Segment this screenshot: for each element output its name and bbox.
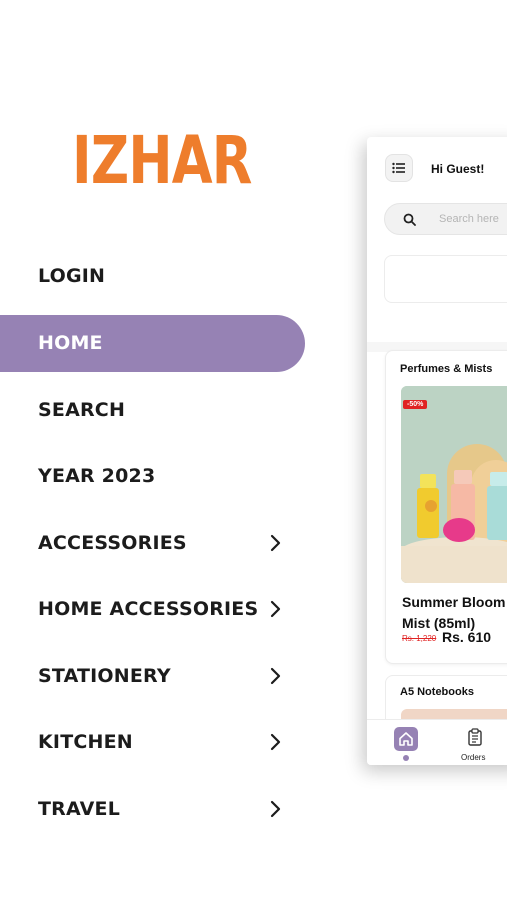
tab-orders-label[interactable]: Orders — [461, 753, 485, 762]
menu-item-label: STATIONERY — [38, 664, 171, 687]
product-price: Rs. 610 — [442, 629, 492, 645]
tab-home[interactable] — [394, 727, 418, 751]
chevron-right-icon[interactable] — [268, 600, 282, 618]
promo-banner[interactable] — [384, 255, 507, 303]
menu-item-login[interactable]: LOGIN — [0, 243, 310, 310]
side-menu: LOGIN HOME SEARCH YEAR 2023 ACCESSORIES … — [0, 243, 310, 842]
search-placeholder: Search here — [439, 213, 499, 225]
product-name[interactable]: Summer Bloom Mist (85ml) — [402, 592, 507, 634]
menu-item-home-accessories[interactable]: HOME ACCESSORIES — [0, 576, 310, 643]
menu-item-kitchen[interactable]: KITCHEN — [0, 709, 310, 776]
menu-item-label: HOME — [38, 332, 103, 354]
orders-icon[interactable] — [467, 728, 483, 746]
menu-item-accessories[interactable]: ACCESSORIES — [0, 510, 310, 577]
menu-item-home[interactable]: HOME — [0, 314, 305, 372]
list-icon — [392, 162, 405, 174]
active-tab-indicator — [403, 755, 409, 761]
brand-logo: IZHAR — [72, 122, 252, 199]
hamburger-menu-button[interactable] — [385, 154, 413, 182]
section-title: Perfumes & Mists — [400, 363, 493, 375]
menu-item-label: TRAVEL — [38, 797, 120, 820]
chevron-right-icon[interactable] — [268, 534, 282, 552]
chevron-right-icon[interactable] — [268, 733, 282, 751]
section-title: A5 Notebooks — [400, 686, 474, 698]
menu-item-stationery[interactable]: STATIONERY — [0, 643, 310, 710]
app-preview-panel[interactable]: Hi Guest! Search here Perfumes & Mists -… — [367, 137, 507, 765]
bottom-tab-bar — [367, 719, 507, 765]
menu-item-label: HOME ACCESSORIES — [38, 598, 259, 621]
product-image[interactable] — [401, 386, 507, 583]
menu-item-label: SEARCH — [38, 398, 126, 421]
product-old-price: Rs. 1,220 — [402, 634, 437, 643]
menu-item-travel[interactable]: TRAVEL — [0, 776, 310, 843]
search-input[interactable]: Search here — [384, 203, 507, 235]
menu-item-label: YEAR 2023 — [38, 465, 156, 488]
chevron-right-icon[interactable] — [268, 667, 282, 685]
search-icon — [403, 213, 416, 226]
menu-item-label: LOGIN — [38, 265, 106, 288]
menu-item-label: ACCESSORIES — [38, 531, 187, 554]
menu-item-search[interactable]: SEARCH — [0, 377, 310, 444]
discount-badge: -50% — [403, 400, 428, 409]
home-icon — [399, 732, 413, 746]
menu-item-label: KITCHEN — [38, 731, 133, 754]
chevron-right-icon[interactable] — [268, 800, 282, 818]
menu-item-year-2023[interactable]: YEAR 2023 — [0, 443, 310, 510]
greeting-text: Hi Guest! — [431, 162, 485, 176]
